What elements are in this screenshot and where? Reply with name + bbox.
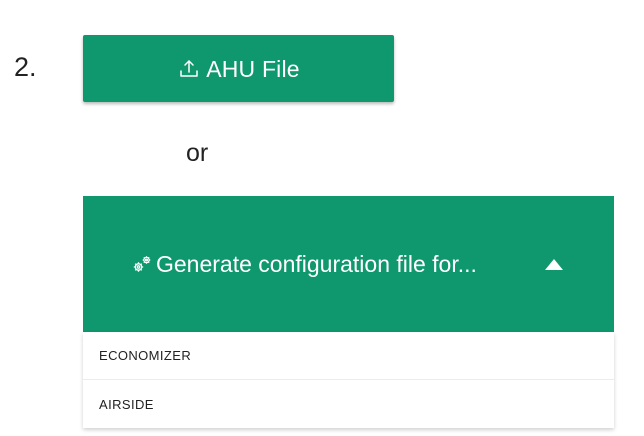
or-separator: or xyxy=(186,139,209,167)
upload-icon xyxy=(177,57,201,81)
menu-item-economizer[interactable]: ECONOMIZER xyxy=(83,332,614,380)
page: 2. AHU File or Generate configuration fi… xyxy=(0,0,644,436)
generate-config-menu: ECONOMIZER AIRSIDE xyxy=(83,332,614,428)
menu-item-airside[interactable]: AIRSIDE xyxy=(83,380,614,428)
step-number: 2. xyxy=(14,52,37,82)
generate-config-dropdown: Generate configuration file for... ECONO… xyxy=(83,196,614,428)
gears-icon xyxy=(130,252,154,276)
caret-up-icon xyxy=(544,254,564,274)
upload-button-label: AHU File xyxy=(206,55,300,82)
generate-config-label: Generate configuration file for... xyxy=(156,251,477,277)
generate-config-button[interactable]: Generate configuration file for... xyxy=(83,196,614,332)
upload-ahu-file-button[interactable]: AHU File xyxy=(83,35,394,102)
